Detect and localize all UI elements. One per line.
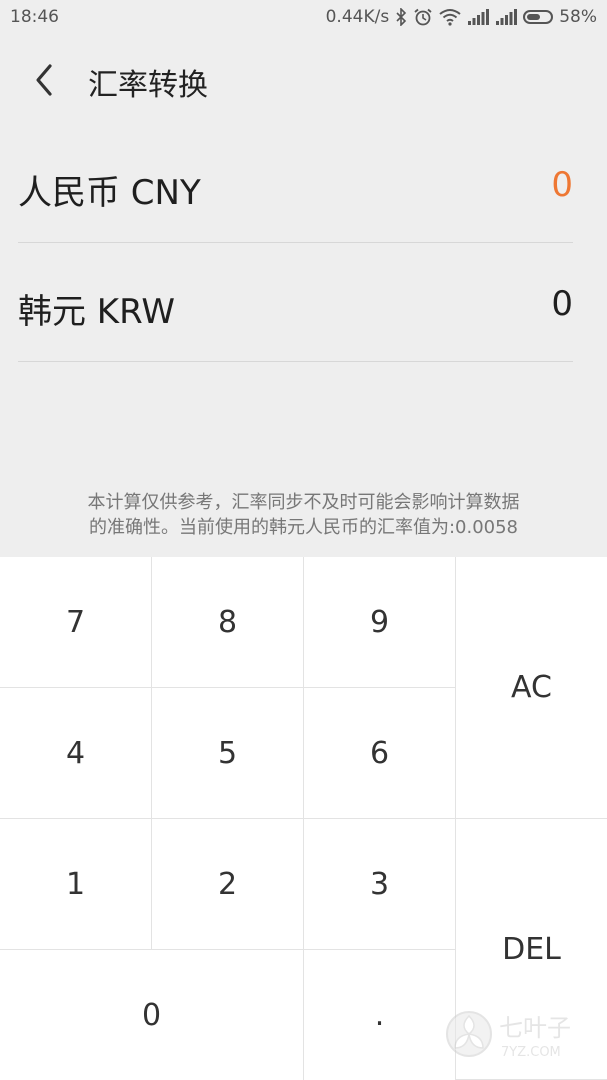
network-speed: 0.44K/s (325, 7, 390, 27)
key-5[interactable]: 5 (152, 688, 304, 819)
bluetooth-icon (395, 8, 407, 26)
disclaimer-line: 本计算仅供参考，汇率同步不及时可能会影响计算数据 (87, 492, 520, 513)
app-header: 汇率转换 (0, 50, 607, 110)
key-0[interactable]: 0 (0, 950, 304, 1080)
battery-percent: 58% (559, 7, 597, 27)
watermark-name: 七叶子 (499, 1014, 571, 1042)
status-icons: 0.44K/s 58% (326, 7, 597, 27)
site-watermark: 七叶子 7YZ.COM (443, 1002, 593, 1066)
currency-row-krw[interactable]: 韩元 KRW 0 (18, 244, 573, 362)
currency-value: 0 (551, 284, 573, 324)
key-2[interactable]: 2 (152, 819, 304, 950)
currency-value: 0 (551, 165, 573, 205)
key-9[interactable]: 9 (304, 557, 456, 688)
back-button[interactable] (26, 58, 66, 102)
status-time: 18:46 (10, 7, 59, 27)
battery-icon (523, 10, 554, 24)
key-6[interactable]: 6 (304, 688, 456, 819)
currency-label: 人民币 CNY (18, 173, 201, 213)
key-7[interactable]: 7 (0, 557, 152, 688)
key-3[interactable]: 3 (304, 819, 456, 950)
status-bar: 18:46 0.44K/s 58% (0, 0, 607, 36)
clear-all-button[interactable]: AC (456, 557, 607, 819)
wifi-icon (439, 8, 461, 26)
key-8[interactable]: 8 (152, 557, 304, 688)
signal-icon (467, 8, 490, 26)
currency-row-cny[interactable]: 人民币 CNY 0 (18, 125, 573, 243)
key-4[interactable]: 4 (0, 688, 152, 819)
key-1[interactable]: 1 (0, 819, 152, 950)
watermark-site: 7YZ.COM (501, 1045, 561, 1060)
chevron-left-icon (36, 64, 52, 96)
leaf-logo-icon: 七叶子 7YZ.COM (446, 1011, 571, 1060)
currency-label: 韩元 KRW (18, 292, 175, 332)
alarm-icon (413, 8, 433, 26)
signal-icon (495, 8, 518, 26)
key-decimal[interactable]: . (304, 950, 456, 1080)
page-title: 汇率转换 (88, 68, 208, 103)
disclaimer-line: 的准确性。当前使用的韩元人民币的汇率值为:0.0058 (88, 517, 519, 538)
battery-fill (527, 14, 541, 20)
rate-disclaimer: 本计算仅供参考，汇率同步不及时可能会影响计算数据 的准确性。当前使用的韩元人民币… (40, 490, 567, 540)
